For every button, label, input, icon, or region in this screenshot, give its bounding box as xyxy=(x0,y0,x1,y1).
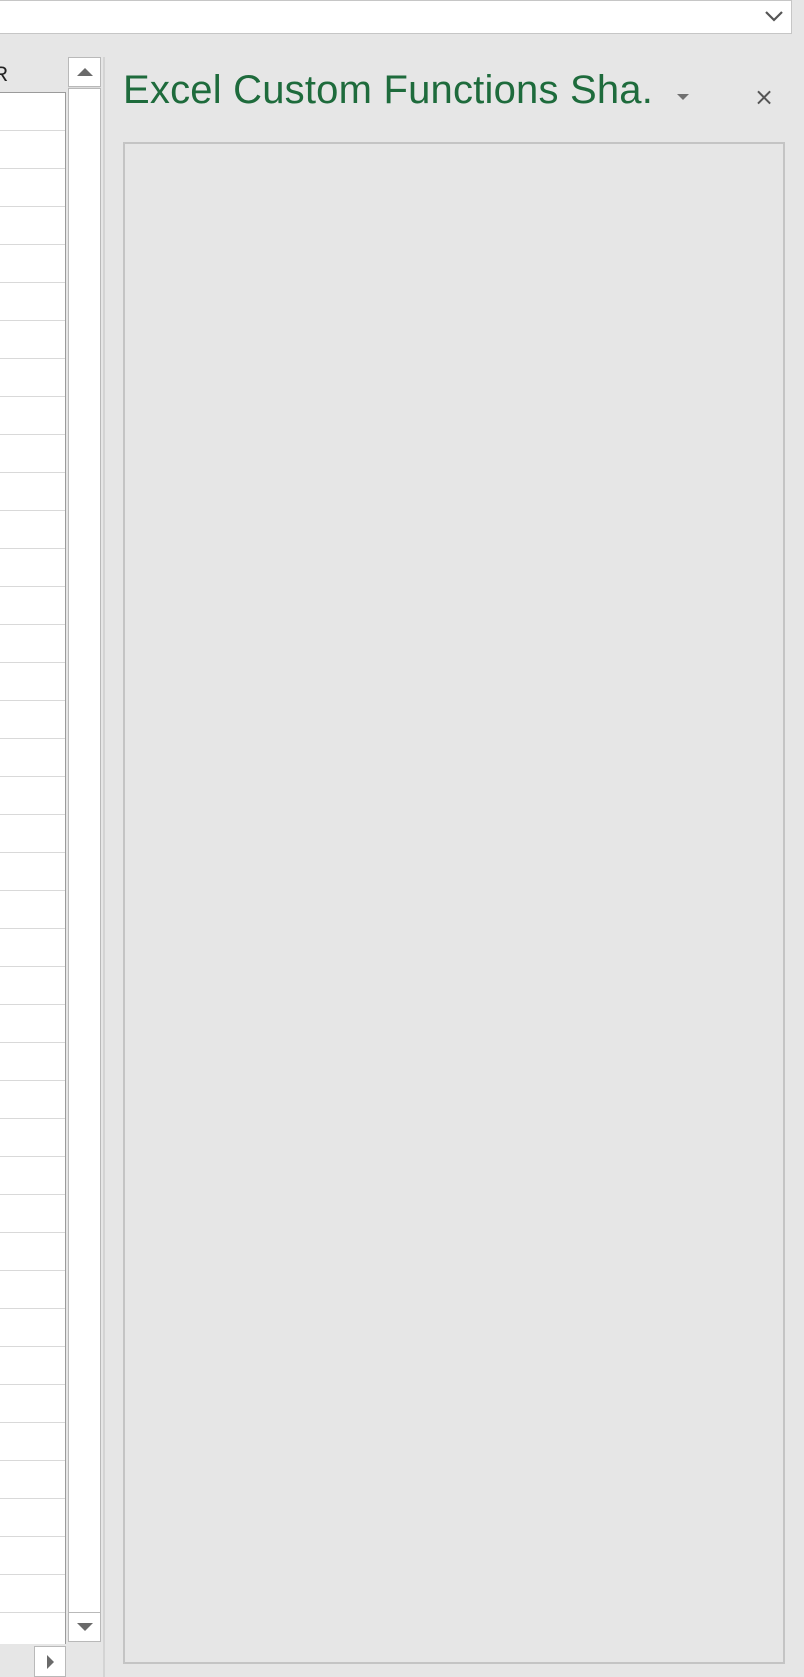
task-pane-options-button[interactable] xyxy=(665,82,701,112)
scroll-thumb[interactable] xyxy=(68,88,101,1628)
grid-cell[interactable] xyxy=(0,1385,65,1423)
grid-cell[interactable] xyxy=(0,169,65,207)
grid-cell[interactable] xyxy=(0,853,65,891)
grid-cell[interactable] xyxy=(0,1119,65,1157)
triangle-down-icon xyxy=(677,94,689,100)
grid-cell[interactable] xyxy=(0,511,65,549)
grid-cell[interactable] xyxy=(0,1347,65,1385)
grid-cell[interactable] xyxy=(0,625,65,663)
grid-cell[interactable] xyxy=(0,131,65,169)
grid-cell[interactable] xyxy=(0,701,65,739)
task-pane-title: Excel Custom Functions Sha. xyxy=(123,68,653,112)
formula-bar[interactable] xyxy=(0,0,792,34)
grid-cell[interactable] xyxy=(0,549,65,587)
grid-cell[interactable] xyxy=(0,739,65,777)
grid-cell[interactable] xyxy=(0,777,65,815)
grid-cell[interactable] xyxy=(0,435,65,473)
triangle-right-icon xyxy=(46,1654,54,1669)
grid-cell[interactable] xyxy=(0,967,65,1005)
triangle-up-icon xyxy=(76,68,93,76)
scroll-down-button[interactable] xyxy=(68,1612,101,1642)
column-header-label: R xyxy=(0,63,9,86)
vertical-scrollbar[interactable] xyxy=(68,57,101,1642)
grid-cell[interactable] xyxy=(0,1537,65,1575)
grid-cell[interactable] xyxy=(0,1499,65,1537)
task-pane-content xyxy=(123,142,785,1664)
grid-cell[interactable] xyxy=(0,1043,65,1081)
grid-cell[interactable] xyxy=(0,587,65,625)
grid-cell[interactable] xyxy=(0,1005,65,1043)
grid-cell[interactable] xyxy=(0,815,65,853)
grid-cell[interactable] xyxy=(0,663,65,701)
triangle-down-icon xyxy=(76,1623,93,1631)
scroll-up-button[interactable] xyxy=(68,57,101,87)
grid-cell[interactable] xyxy=(0,245,65,283)
grid-cell[interactable] xyxy=(0,207,65,245)
close-icon[interactable]: × xyxy=(747,80,781,114)
grid-cell[interactable] xyxy=(0,1309,65,1347)
grid-cell[interactable] xyxy=(0,397,65,435)
task-pane: Excel Custom Functions Sha. × xyxy=(105,40,804,1677)
grid-cell[interactable] xyxy=(0,321,65,359)
grid-cell[interactable] xyxy=(0,359,65,397)
grid-cell[interactable] xyxy=(0,1195,65,1233)
grid-cell[interactable] xyxy=(0,1081,65,1119)
scroll-right-button[interactable] xyxy=(34,1646,66,1677)
grid-cell[interactable] xyxy=(0,929,65,967)
chevron-down-icon xyxy=(765,11,783,22)
grid-cell[interactable] xyxy=(0,1575,65,1613)
grid-cell[interactable] xyxy=(0,1271,65,1309)
worksheet-grid[interactable] xyxy=(0,93,66,1644)
formula-bar-expand-button[interactable] xyxy=(761,3,787,29)
grid-cell[interactable] xyxy=(0,891,65,929)
excel-window: R Excel Custom Functions Sha. × xyxy=(0,0,804,1677)
grid-cell[interactable] xyxy=(0,1233,65,1271)
column-header[interactable]: R xyxy=(0,55,66,93)
grid-cell[interactable] xyxy=(0,283,65,321)
grid-cell[interactable] xyxy=(0,1157,65,1195)
grid-cell[interactable] xyxy=(0,93,65,131)
grid-cell[interactable] xyxy=(0,1461,65,1499)
grid-cell[interactable] xyxy=(0,1423,65,1461)
grid-cell[interactable] xyxy=(0,473,65,511)
